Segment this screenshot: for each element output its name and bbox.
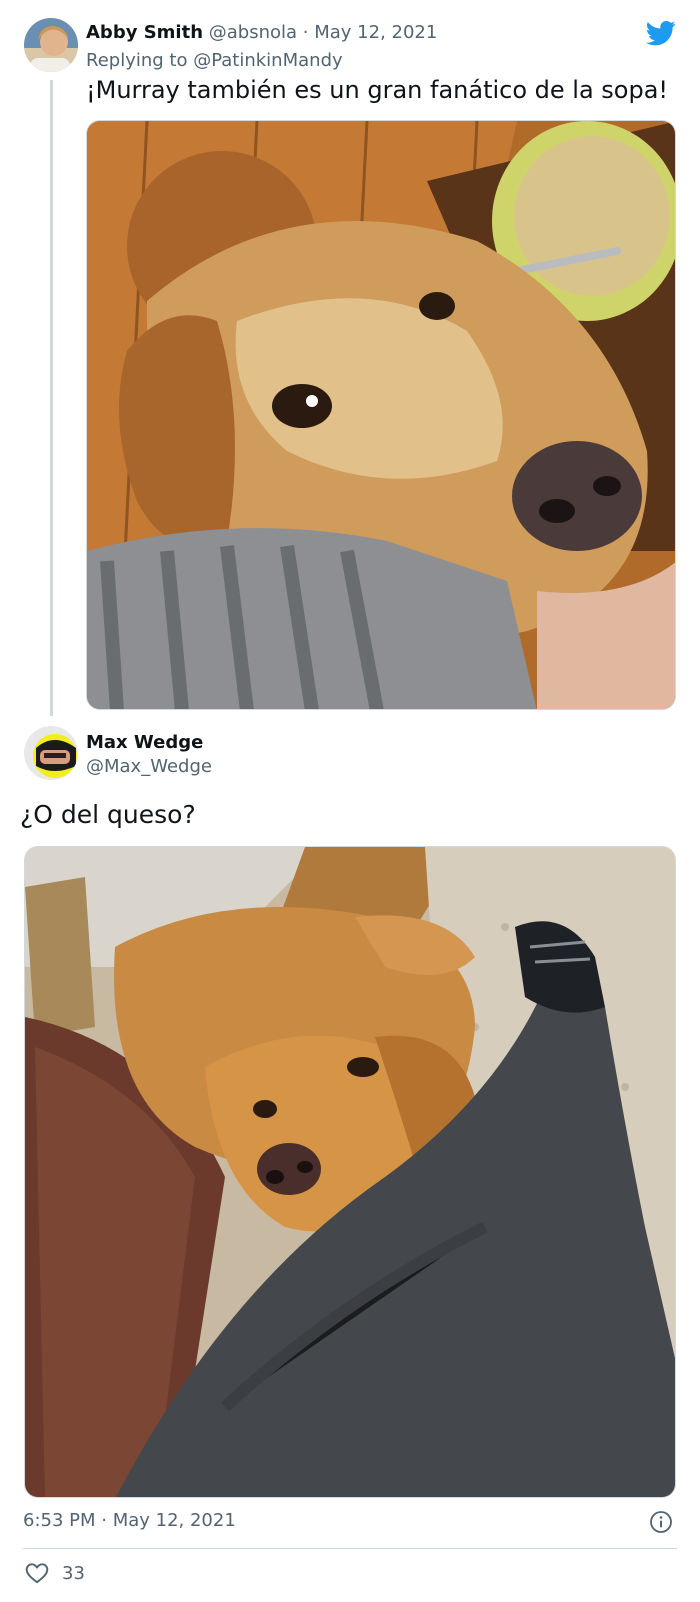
main-tweet-text: ¿O del queso? — [20, 800, 196, 829]
tweet-timestamp[interactable]: 6:53 PM · May 12, 2021 — [23, 1510, 236, 1531]
footer-divider — [23, 1548, 677, 1549]
main-author-avatar[interactable] — [24, 726, 78, 780]
thread-connector — [50, 80, 53, 716]
replying-to-line: Replying to @PatinkinMandy — [86, 50, 343, 71]
reply-tweet-text: ¡Murray también es un gran fanático de l… — [86, 76, 669, 104]
main-author-name[interactable]: Max Wedge — [86, 732, 203, 753]
replying-to-handle[interactable]: @PatinkinMandy — [193, 50, 342, 71]
replying-prefix: Replying to — [86, 50, 188, 71]
info-icon[interactable] — [649, 1510, 673, 1534]
twitter-bird-icon[interactable] — [645, 18, 676, 48]
heart-icon[interactable] — [24, 1560, 50, 1586]
like-count: 33 — [62, 1562, 85, 1584]
reply-header: Abby Smith @absnola · May 12, 2021 — [86, 22, 437, 43]
reply-date[interactable]: May 12, 2021 — [314, 22, 437, 43]
reply-author-name[interactable]: Abby Smith — [86, 22, 203, 43]
main-photo-dog-lap[interactable] — [24, 846, 676, 1498]
main-author-handle[interactable]: @Max_Wedge — [86, 756, 212, 777]
header-separator: · — [302, 22, 309, 43]
reply-author-handle[interactable]: @absnola — [209, 22, 297, 43]
reply-photo-dog-soup[interactable] — [86, 120, 676, 710]
like-button[interactable]: 33 — [24, 1560, 85, 1586]
reply-author-avatar[interactable] — [24, 18, 78, 72]
